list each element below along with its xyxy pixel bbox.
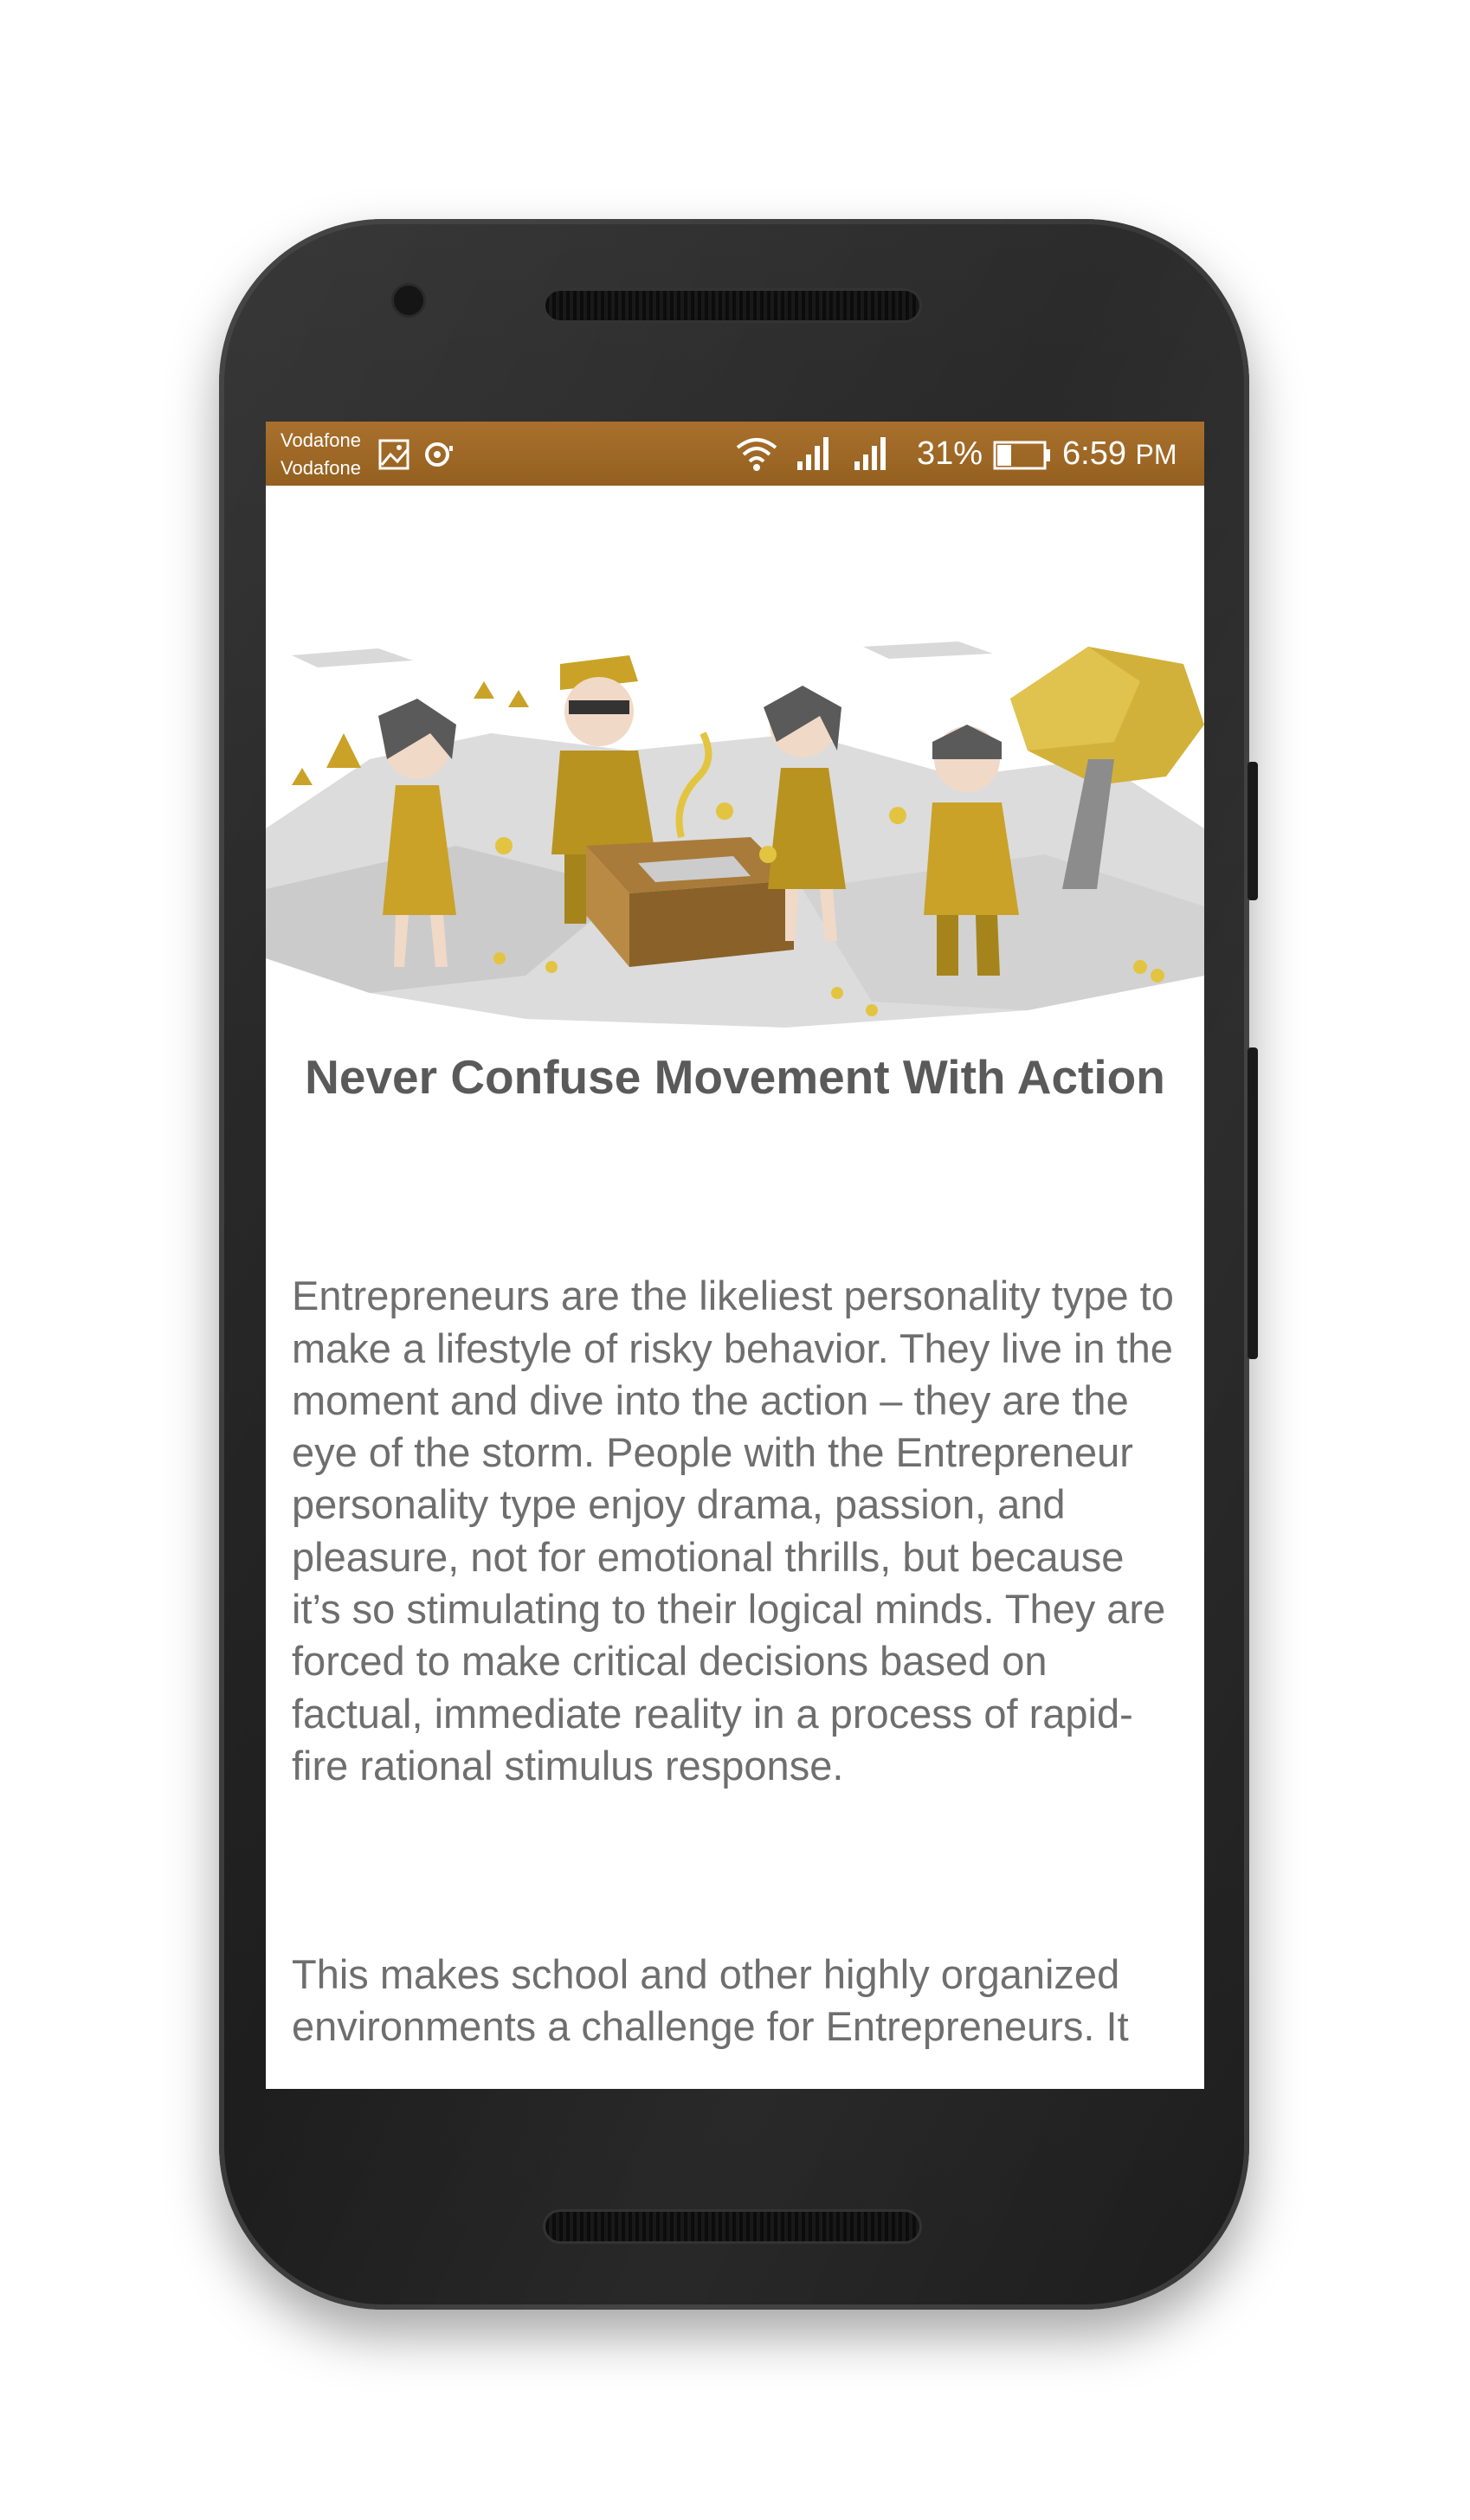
clock-ampm: PM bbox=[1135, 439, 1177, 470]
volume-button bbox=[1248, 1047, 1258, 1359]
clock-time: 6:59 bbox=[1062, 435, 1126, 472]
article-body: Entrepreneurs are the likeliest personal… bbox=[292, 1218, 1175, 2089]
carrier-2: Vodafone bbox=[280, 457, 361, 479]
power-button bbox=[1248, 762, 1258, 900]
image-notification-icon bbox=[378, 439, 409, 470]
battery-icon bbox=[993, 441, 1050, 470]
bottom-speaker bbox=[545, 2212, 919, 2241]
hero-illustration bbox=[266, 641, 1204, 1028]
sync-notification-icon bbox=[425, 442, 453, 467]
clock: 6:59 PM bbox=[1062, 434, 1177, 474]
wifi-icon bbox=[736, 438, 777, 471]
carrier-labels: Vodafone Vodafone bbox=[280, 427, 361, 482]
carrier-1: Vodafone bbox=[280, 429, 361, 451]
article-paragraph-1: Entrepreneurs are the likeliest personal… bbox=[292, 1273, 1174, 1788]
article-title: Never Confuse Movement With Action bbox=[305, 1050, 1165, 1104]
status-bar: Vodafone Vodafone 31% 6:59 PM bbox=[266, 422, 1204, 486]
battery-percent: 31% bbox=[917, 435, 983, 472]
signal-icon-sim1 bbox=[797, 437, 828, 470]
screen: Vodafone Vodafone 31% 6:59 PM Never Conf… bbox=[266, 422, 1204, 2089]
top-speaker bbox=[545, 291, 919, 320]
content-cutoff bbox=[266, 2054, 1204, 2089]
front-camera bbox=[394, 286, 423, 315]
signal-icon-sim2 bbox=[854, 437, 886, 470]
